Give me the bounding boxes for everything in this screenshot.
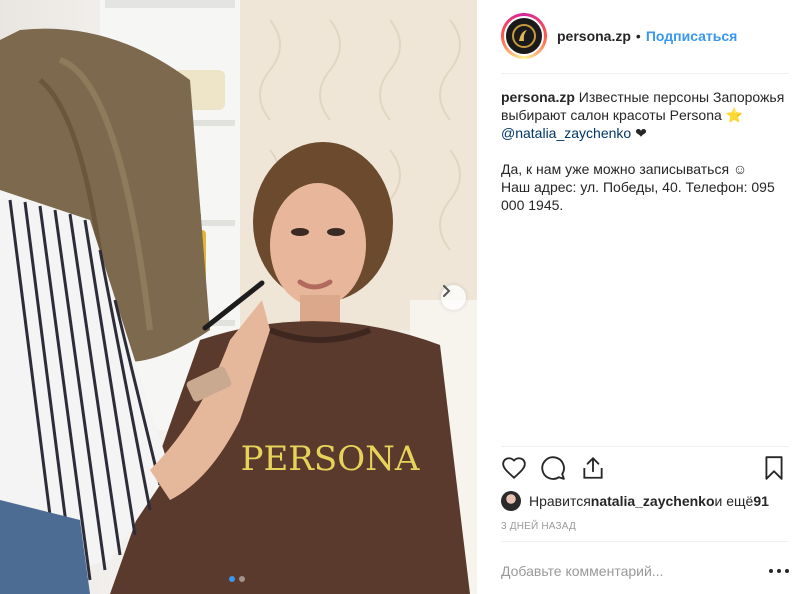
carousel-indicator bbox=[229, 576, 245, 582]
more-options-button[interactable] bbox=[769, 562, 789, 580]
caption-mention-link[interactable]: @natalia_zaychenko bbox=[501, 125, 631, 141]
post-photo[interactable]: PERSONA bbox=[0, 0, 477, 594]
more-options-icon bbox=[769, 569, 773, 573]
post-caption: persona.zp Известные персоны Запорожья в… bbox=[501, 88, 791, 214]
carousel-dot-2 bbox=[239, 576, 245, 582]
share-button[interactable] bbox=[580, 455, 608, 483]
story-ring[interactable] bbox=[501, 13, 547, 59]
comment-icon bbox=[541, 456, 565, 480]
post-details-panel: persona.zp • Подписаться persona.zp Изве… bbox=[477, 0, 809, 594]
save-button[interactable] bbox=[761, 455, 789, 483]
heart-icon bbox=[502, 457, 526, 480]
likes-prefix: Нравится bbox=[529, 493, 591, 509]
chevron-right-icon bbox=[443, 285, 451, 297]
caption-heart: ❤ bbox=[631, 125, 647, 141]
liker-username-link[interactable]: natalia_zaychenko bbox=[591, 493, 715, 509]
post-actions bbox=[501, 455, 789, 485]
comment-input[interactable] bbox=[501, 560, 751, 582]
liker-avatar[interactable] bbox=[501, 491, 521, 511]
post-timestamp[interactable]: 3 дней назад bbox=[501, 521, 576, 532]
separator-dot: • bbox=[635, 28, 641, 44]
bookmark-icon bbox=[765, 456, 783, 480]
like-button[interactable] bbox=[501, 455, 529, 483]
likes-count-link[interactable]: 91 bbox=[753, 493, 769, 509]
caption-paragraph-2: Да, к нам уже можно записываться ☺ bbox=[501, 161, 748, 177]
more-dot bbox=[777, 569, 781, 573]
salon-photo-illustration: PERSONA bbox=[0, 0, 477, 594]
post-header: persona.zp • Подписаться bbox=[501, 12, 789, 60]
caption-username-link[interactable]: persona.zp bbox=[501, 89, 575, 105]
comment-button[interactable] bbox=[540, 455, 568, 483]
more-dot bbox=[785, 569, 789, 573]
avatar[interactable] bbox=[504, 16, 544, 56]
username-link[interactable]: persona.zp bbox=[557, 28, 631, 44]
divider bbox=[501, 73, 789, 74]
likes-summary: Нравится natalia_zaychenko и ещё 91 bbox=[501, 490, 769, 512]
cape-logo-text: PERSONA bbox=[241, 439, 420, 479]
likes-middle-text: и ещё bbox=[714, 493, 754, 509]
follow-button[interactable]: Подписаться bbox=[646, 28, 738, 44]
carousel-next-button[interactable] bbox=[441, 285, 466, 310]
divider bbox=[501, 541, 789, 542]
share-icon bbox=[583, 456, 603, 479]
caption-paragraph-3: Наш адрес: ул. Победы, 40. Телефон: 095 … bbox=[501, 179, 775, 213]
brand-logo-icon bbox=[512, 24, 536, 48]
carousel-dot-1 bbox=[229, 576, 235, 582]
divider bbox=[501, 446, 789, 447]
